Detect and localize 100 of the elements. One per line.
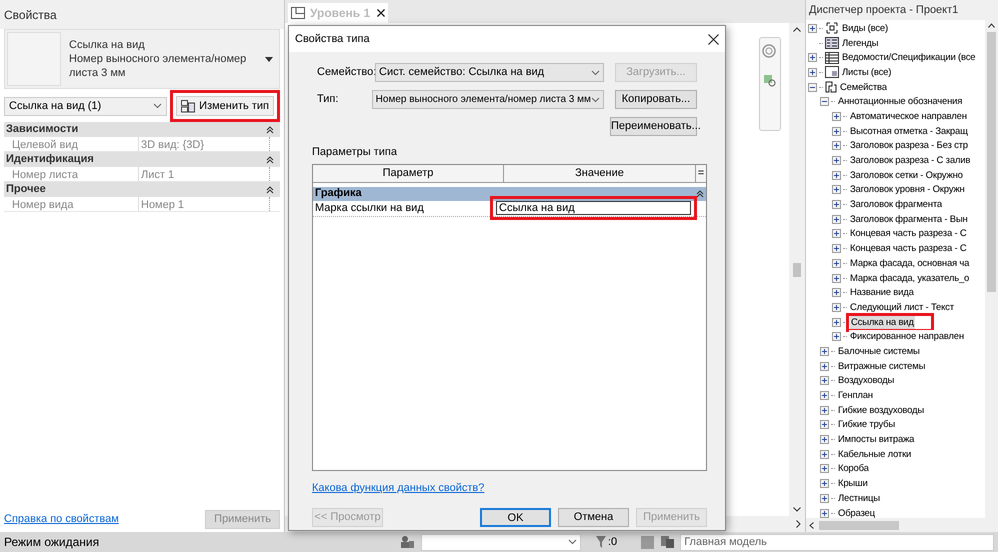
scroll-left-icon[interactable] bbox=[809, 522, 814, 528]
dialog-button[interactable]: OK bbox=[480, 508, 551, 527]
collapse-icon[interactable] bbox=[696, 190, 704, 198]
column-header[interactable]: Значение bbox=[504, 164, 696, 182]
expand-icon[interactable] bbox=[832, 170, 841, 180]
model-field[interactable]: Главная модель bbox=[680, 534, 994, 550]
tree-item[interactable]: Концевая часть разреза - С bbox=[849, 242, 968, 256]
expand-icon[interactable] bbox=[832, 258, 841, 268]
group-header[interactable]: Идентификация bbox=[4, 152, 280, 167]
expand-icon[interactable] bbox=[832, 214, 841, 224]
value-field[interactable]: Ссылка на вид bbox=[496, 201, 691, 215]
close-icon[interactable] bbox=[377, 9, 385, 17]
edit-type-button[interactable]: Изменить тип bbox=[176, 96, 274, 116]
tree-item[interactable]: Короба bbox=[837, 462, 870, 476]
expand-icon[interactable] bbox=[832, 244, 841, 254]
steering-wheel-icon[interactable] bbox=[762, 44, 778, 60]
scroll-thumb[interactable] bbox=[987, 32, 996, 292]
tree-item[interactable]: Гибкие воздуховоды bbox=[837, 404, 926, 417]
dialog-button[interactable]: Отмена bbox=[558, 508, 629, 527]
collapse-icon[interactable] bbox=[266, 186, 274, 194]
column-header[interactable]: Параметр bbox=[313, 164, 504, 182]
group-header[interactable]: Прочее bbox=[4, 182, 280, 197]
zoom-icon[interactable] bbox=[763, 74, 777, 88]
expand-icon[interactable] bbox=[832, 141, 841, 150]
expand-icon[interactable] bbox=[808, 53, 817, 62]
tree-item[interactable]: Высотная отметка - Закращ bbox=[849, 124, 969, 138]
collapse-icon[interactable] bbox=[808, 82, 817, 92]
expand-icon[interactable] bbox=[820, 406, 829, 415]
tree-item[interactable]: Марка фасада, основная ча bbox=[849, 256, 970, 270]
expand-icon[interactable] bbox=[832, 200, 841, 210]
expand-icon[interactable] bbox=[820, 464, 829, 474]
collapse-icon[interactable] bbox=[266, 126, 274, 134]
tree-item[interactable]: Витражные системы bbox=[837, 360, 926, 373]
collapse-icon[interactable] bbox=[266, 156, 274, 164]
tree-item[interactable]: Заголовок разреза - Без стр bbox=[849, 139, 969, 152]
expand-icon[interactable] bbox=[820, 376, 829, 386]
tree-item[interactable]: Заголовок фрагмента bbox=[849, 198, 943, 212]
help-link[interactable]: Какова функция данных свойств? bbox=[312, 480, 484, 496]
worksets-icon[interactable] bbox=[399, 535, 415, 549]
expand-icon[interactable] bbox=[832, 126, 841, 136]
expand-icon[interactable] bbox=[820, 450, 829, 459]
expand-icon[interactable] bbox=[820, 435, 829, 444]
expand-icon[interactable] bbox=[832, 112, 841, 121]
tree-item[interactable]: Лестницы bbox=[837, 492, 881, 505]
tree-item[interactable]: Заголовок фрагмента - Вын bbox=[849, 212, 969, 226]
scroll-down-icon[interactable] bbox=[793, 507, 801, 512]
expand-icon[interactable] bbox=[820, 391, 829, 400]
type-selector[interactable]: Ссылка на вид Номер выносного элемента/номер листа 3 мм bbox=[4, 29, 280, 89]
column-header[interactable]: = bbox=[696, 164, 706, 182]
expand-icon[interactable] bbox=[820, 346, 829, 356]
scroll-right-icon[interactable] bbox=[796, 520, 801, 528]
tree-item[interactable]: Воздуховоды bbox=[837, 374, 896, 388]
type-dropdown[interactable]: Номер выносного элемента/номер листа 3 мм bbox=[372, 90, 604, 109]
expand-icon[interactable] bbox=[832, 274, 841, 283]
expand-icon[interactable] bbox=[820, 494, 829, 503]
tree-item[interactable]: Фиксированное направлен bbox=[849, 330, 965, 344]
tree-item[interactable]: Импосты витража bbox=[837, 433, 916, 446]
expand-icon[interactable] bbox=[832, 332, 841, 342]
scroll-up-icon[interactable] bbox=[988, 23, 995, 28]
expand-icon[interactable] bbox=[820, 479, 829, 488]
help-link[interactable]: Справка по свойствам bbox=[4, 511, 119, 528]
tree-item[interactable]: Крыши bbox=[837, 477, 869, 490]
tree-item[interactable]: Гибкие трубы bbox=[837, 418, 896, 432]
filter-icon[interactable] bbox=[595, 535, 607, 549]
expand-icon[interactable] bbox=[832, 185, 841, 194]
tree-item[interactable]: Название вида bbox=[849, 286, 915, 300]
tree-item[interactable]: Заголовок разреза - С залив bbox=[849, 154, 972, 168]
tree-item[interactable]: Автоматическое направлен bbox=[849, 110, 968, 123]
tree-item[interactable]: Следующий лист - Текст bbox=[849, 300, 955, 314]
tree-item[interactable]: Заголовок сетки - Окружно bbox=[849, 168, 964, 182]
scroll-thumb[interactable] bbox=[819, 520, 899, 530]
close-icon[interactable] bbox=[708, 34, 719, 44]
tree-item[interactable]: Образец bbox=[837, 506, 876, 518]
tree-item[interactable]: Листы (все) bbox=[841, 66, 892, 79]
expand-icon[interactable] bbox=[808, 68, 817, 77]
tree-item[interactable]: Легенды bbox=[841, 36, 880, 50]
collapse-icon[interactable] bbox=[820, 97, 829, 106]
tree-item[interactable]: Аннотационные обозначения bbox=[837, 95, 964, 108]
expand-icon[interactable] bbox=[832, 318, 841, 327]
tree-item[interactable]: Виды (все) bbox=[841, 22, 889, 35]
vertical-scrollbar[interactable] bbox=[789, 23, 805, 516]
expand-icon[interactable] bbox=[820, 508, 829, 518]
tree-item[interactable]: Ссылка на вид bbox=[850, 316, 915, 329]
family-dropdown[interactable]: Сист. семейство: Ссылка на вид bbox=[375, 63, 604, 82]
expand-icon[interactable] bbox=[832, 229, 841, 238]
tree-item[interactable]: Заголовок уровня - Окружн bbox=[849, 183, 966, 196]
expand-icon[interactable] bbox=[808, 24, 817, 33]
instance-dropdown[interactable]: Ссылка на вид (1) bbox=[4, 96, 168, 116]
expand-icon[interactable] bbox=[820, 420, 829, 430]
dialog-button[interactable]: Копировать... bbox=[614, 90, 697, 109]
group-header[interactable]: Зависимости bbox=[4, 122, 280, 137]
expand-icon[interactable] bbox=[832, 302, 841, 312]
expand-icon[interactable] bbox=[832, 288, 841, 298]
horizontal-scrollbar[interactable] bbox=[806, 518, 998, 532]
tree-item[interactable]: Ведомости/Спецификации (все bbox=[841, 51, 976, 64]
scroll-up-icon[interactable] bbox=[793, 27, 801, 32]
expand-icon[interactable] bbox=[820, 362, 829, 371]
scroll-thumb[interactable] bbox=[793, 262, 801, 276]
tree-item[interactable]: Концевая часть разреза - С bbox=[849, 227, 968, 240]
design-options-icon[interactable] bbox=[660, 535, 676, 549]
